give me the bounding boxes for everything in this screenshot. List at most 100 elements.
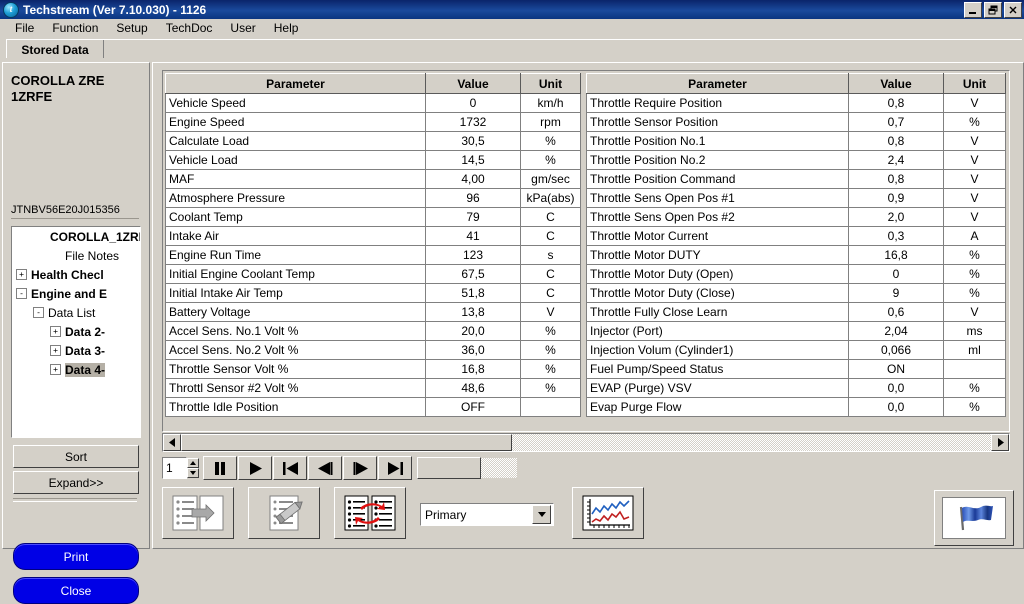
table-row[interactable]: Injector (Port)2,04ms	[587, 322, 1006, 341]
menu-setup[interactable]: Setup	[107, 20, 156, 36]
close-panel-button[interactable]: Close	[13, 577, 139, 604]
tree-item[interactable]: -Engine and E	[12, 284, 140, 303]
table-row[interactable]: Engine Run Time123s	[166, 246, 581, 265]
collapse-icon[interactable]: -	[16, 288, 27, 299]
scrollbar-thumb[interactable]	[181, 434, 512, 451]
header-parameter: Parameter	[587, 74, 849, 94]
move-list-button[interactable]	[162, 487, 234, 539]
scroll-left-icon[interactable]	[163, 434, 181, 451]
minimize-button[interactable]	[964, 2, 982, 18]
tree-item[interactable]: COROLLA_1ZRF	[12, 227, 140, 246]
menu-file[interactable]: File	[6, 20, 43, 36]
table-row[interactable]: Throttle Position No.10,8V	[587, 132, 1006, 151]
table-row[interactable]: Throttle Sens Open Pos #22,0V	[587, 208, 1006, 227]
playback-slider[interactable]	[417, 457, 481, 479]
first-frame-button[interactable]	[273, 456, 307, 480]
tree-item[interactable]: +Data 2-	[12, 322, 140, 341]
expand-icon[interactable]: +	[50, 364, 61, 375]
cell-unit: A	[944, 227, 1006, 246]
expand-button[interactable]: Expand>>	[13, 471, 139, 494]
cell-value: 16,8	[426, 360, 521, 379]
table-row[interactable]: Throttle Sens Open Pos #10,9V	[587, 189, 1006, 208]
cell-value: 0,6	[849, 303, 944, 322]
table-row[interactable]: Battery Voltage13,8V	[166, 303, 581, 322]
horizontal-scrollbar[interactable]	[162, 433, 1010, 452]
table-row[interactable]: Throttle Motor Current0,3A	[587, 227, 1006, 246]
data-table-left[interactable]: Parameter Value Unit Vehicle Speed0km/hE…	[165, 73, 581, 417]
cell-value: 48,6	[426, 379, 521, 398]
table-row[interactable]: Throttl Sensor #2 Volt %48,6%	[166, 379, 581, 398]
next-frame-button[interactable]	[343, 456, 377, 480]
expand-icon[interactable]: +	[50, 326, 61, 337]
table-row[interactable]: Throttle Idle PositionOFF	[166, 398, 581, 417]
menu-user[interactable]: User	[221, 20, 264, 36]
table-row[interactable]: Throttle Require Position0,8V	[587, 94, 1006, 113]
table-row[interactable]: Throttle Sensor Volt %16,8%	[166, 360, 581, 379]
cell-parameter: Throttle Position No.1	[587, 132, 849, 151]
close-button[interactable]	[1004, 2, 1022, 18]
tree-item[interactable]: File Notes	[12, 246, 140, 265]
last-frame-button[interactable]	[378, 456, 412, 480]
sort-button[interactable]: Sort	[13, 445, 139, 468]
expand-icon[interactable]: +	[50, 345, 61, 356]
edit-list-button[interactable]	[248, 487, 320, 539]
pause-button[interactable]	[203, 456, 237, 480]
table-row[interactable]: Throttle Sensor Position0,7%	[587, 113, 1006, 132]
table-row[interactable]: Accel Sens. No.1 Volt %20,0%	[166, 322, 581, 341]
frame-stepper[interactable]	[187, 458, 199, 478]
data-table-right[interactable]: Parameter Value Unit Throttle Require Po…	[586, 73, 1006, 417]
table-row[interactable]: Atmosphere Pressure96kPa(abs)	[166, 189, 581, 208]
tree-item[interactable]: +Health Checl	[12, 265, 140, 284]
data-mode-select[interactable]: Primary	[420, 503, 554, 526]
menu-techdoc[interactable]: TechDoc	[157, 20, 222, 36]
cell-unit: %	[944, 379, 1006, 398]
graph-button[interactable]	[572, 487, 644, 539]
table-row[interactable]: Evap Purge Flow0,0%	[587, 398, 1006, 417]
table-row[interactable]: Vehicle Load14,5%	[166, 151, 581, 170]
table-row[interactable]: Throttle Fully Close Learn0,6V	[587, 303, 1006, 322]
table-row[interactable]: Intake Air41C	[166, 227, 581, 246]
table-row[interactable]: Throttle Motor Duty (Open)0%	[587, 265, 1006, 284]
swap-list-button[interactable]	[334, 487, 406, 539]
table-row[interactable]: MAF4,00gm/sec	[166, 170, 581, 189]
window-controls	[964, 2, 1022, 18]
tree-item[interactable]: +Data 4-	[12, 360, 140, 379]
table-row[interactable]: Vehicle Speed0km/h	[166, 94, 581, 113]
tree-item[interactable]: +Data 3-	[12, 341, 140, 360]
expand-icon[interactable]: +	[16, 269, 27, 280]
table-row[interactable]: EVAP (Purge) VSV0,0%	[587, 379, 1006, 398]
table-row[interactable]: Throttle Position No.22,4V	[587, 151, 1006, 170]
table-row[interactable]: Accel Sens. No.2 Volt %36,0%	[166, 341, 581, 360]
tree-item[interactable]: -Data List	[12, 303, 140, 322]
cell-unit: %	[944, 265, 1006, 284]
previous-frame-button[interactable]	[308, 456, 342, 480]
scrollbar-track[interactable]	[512, 434, 991, 451]
print-button[interactable]: Print	[13, 543, 139, 570]
collapse-icon[interactable]: -	[33, 307, 44, 318]
menu-function[interactable]: Function	[43, 20, 107, 36]
menu-help[interactable]: Help	[265, 20, 308, 36]
tab-stored-data[interactable]: Stored Data	[6, 39, 104, 60]
header-unit: Unit	[944, 74, 1006, 94]
frame-number-input[interactable]: 1	[162, 457, 187, 479]
table-row[interactable]: Throttle Position Command0,8V	[587, 170, 1006, 189]
table-row[interactable]: Throttle Motor Duty (Close)9%	[587, 284, 1006, 303]
table-row[interactable]: Initial Intake Air Temp51,8C	[166, 284, 581, 303]
cell-value: OFF	[426, 398, 521, 417]
cell-parameter: Throttle Position No.2	[587, 151, 849, 170]
scroll-right-icon[interactable]	[991, 434, 1009, 451]
restore-button[interactable]	[984, 2, 1002, 18]
chevron-down-icon[interactable]	[532, 505, 551, 524]
table-row[interactable]: Calculate Load30,5%	[166, 132, 581, 151]
stepper-down-icon[interactable]	[187, 468, 199, 478]
flag-button[interactable]	[934, 490, 1014, 546]
table-row[interactable]: Initial Engine Coolant Temp67,5C	[166, 265, 581, 284]
stepper-up-icon[interactable]	[187, 458, 199, 468]
table-row[interactable]: Throttle Motor DUTY16,8%	[587, 246, 1006, 265]
table-row[interactable]: Coolant Temp79C	[166, 208, 581, 227]
data-tree[interactable]: COROLLA_1ZRFFile Notes+Health Checl-Engi…	[11, 226, 141, 438]
table-row[interactable]: Engine Speed1732rpm	[166, 113, 581, 132]
table-row[interactable]: Injection Volum (Cylinder1)0,066ml	[587, 341, 1006, 360]
play-button[interactable]	[238, 456, 272, 480]
table-row[interactable]: Fuel Pump/Speed StatusON	[587, 360, 1006, 379]
